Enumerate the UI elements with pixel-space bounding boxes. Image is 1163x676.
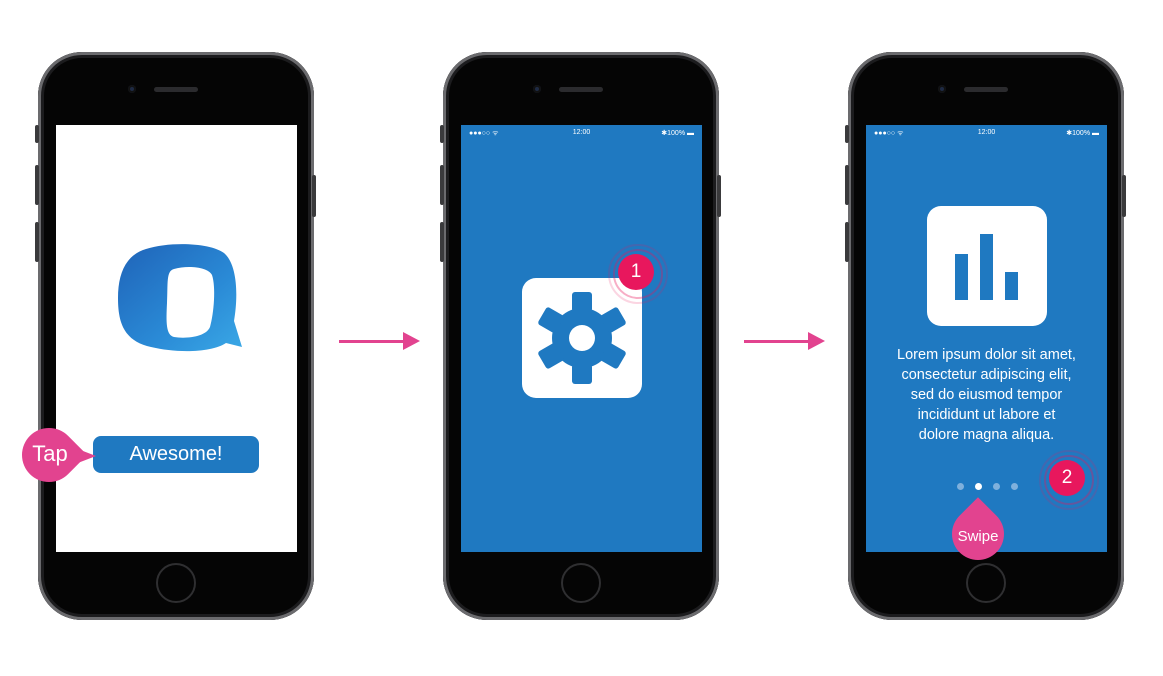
awesome-button[interactable]: Awesome! [93, 436, 259, 473]
page-dot-1[interactable] [957, 483, 964, 490]
tap-gesture-label: Tap [32, 441, 68, 466]
phone-2-mute-switch[interactable] [440, 125, 444, 143]
screen-2: ●●●○○ ᯤ 12:00 ✱100% ▬ [461, 125, 702, 552]
phone-1-power-button[interactable] [312, 175, 316, 217]
phone-3-home-button[interactable] [966, 563, 1006, 603]
flow-arrow-1-head [403, 332, 420, 350]
phone-1-speaker [154, 87, 198, 92]
phone-2-speaker [559, 87, 603, 92]
phone-3-volume-up[interactable] [845, 165, 849, 205]
chart-tile [927, 206, 1047, 326]
phone-2-power-button[interactable] [717, 175, 721, 217]
phone-2-volume-down[interactable] [440, 222, 444, 262]
flow-arrow-2-line [744, 340, 812, 343]
phone-1-mute-switch[interactable] [35, 125, 39, 143]
phone-3-camera [938, 85, 946, 93]
page-dot-2-active[interactable] [975, 483, 982, 490]
chat-bubble-logo-icon [118, 244, 242, 352]
phone-2-camera [533, 85, 541, 93]
step-badge-1: 1 [618, 254, 654, 290]
status-bar: ●●●○○ ᯤ 12:00 ✱100% ▬ [461, 125, 702, 141]
phone-2-volume-up[interactable] [440, 165, 444, 205]
bar-chart-icon [955, 234, 1018, 300]
status-battery: ✱100% ▬ [1066, 130, 1099, 137]
phone-3-volume-down[interactable] [845, 222, 849, 262]
settings-gear-icon [538, 292, 626, 384]
phone-1-camera [128, 85, 136, 93]
phone-2-home-button[interactable] [561, 563, 601, 603]
phone-1-home-button[interactable] [156, 563, 196, 603]
phone-1-volume-down[interactable] [35, 222, 39, 262]
flow-arrow-1-line [339, 340, 407, 343]
status-bar: ●●●○○ ᯤ 12:00 ✱100% ▬ [866, 125, 1107, 141]
phone-3-power-button[interactable] [1122, 175, 1126, 217]
swipe-gesture-label: Swipe [957, 528, 999, 545]
status-battery: ✱100% ▬ [661, 130, 694, 137]
phone-3-speaker [964, 87, 1008, 92]
step-badge-2: 2 [1049, 460, 1085, 496]
page-dot-4[interactable] [1011, 483, 1018, 490]
phone-3-mute-switch[interactable] [845, 125, 849, 143]
screen-1: Awesome! [56, 125, 297, 552]
page-dot-3[interactable] [993, 483, 1000, 490]
phone-1-volume-up[interactable] [35, 165, 39, 205]
flow-arrow-2-head [808, 332, 825, 350]
onboarding-body-text: Lorem ipsum dolor sit amet, consectetur … [897, 347, 1076, 443]
